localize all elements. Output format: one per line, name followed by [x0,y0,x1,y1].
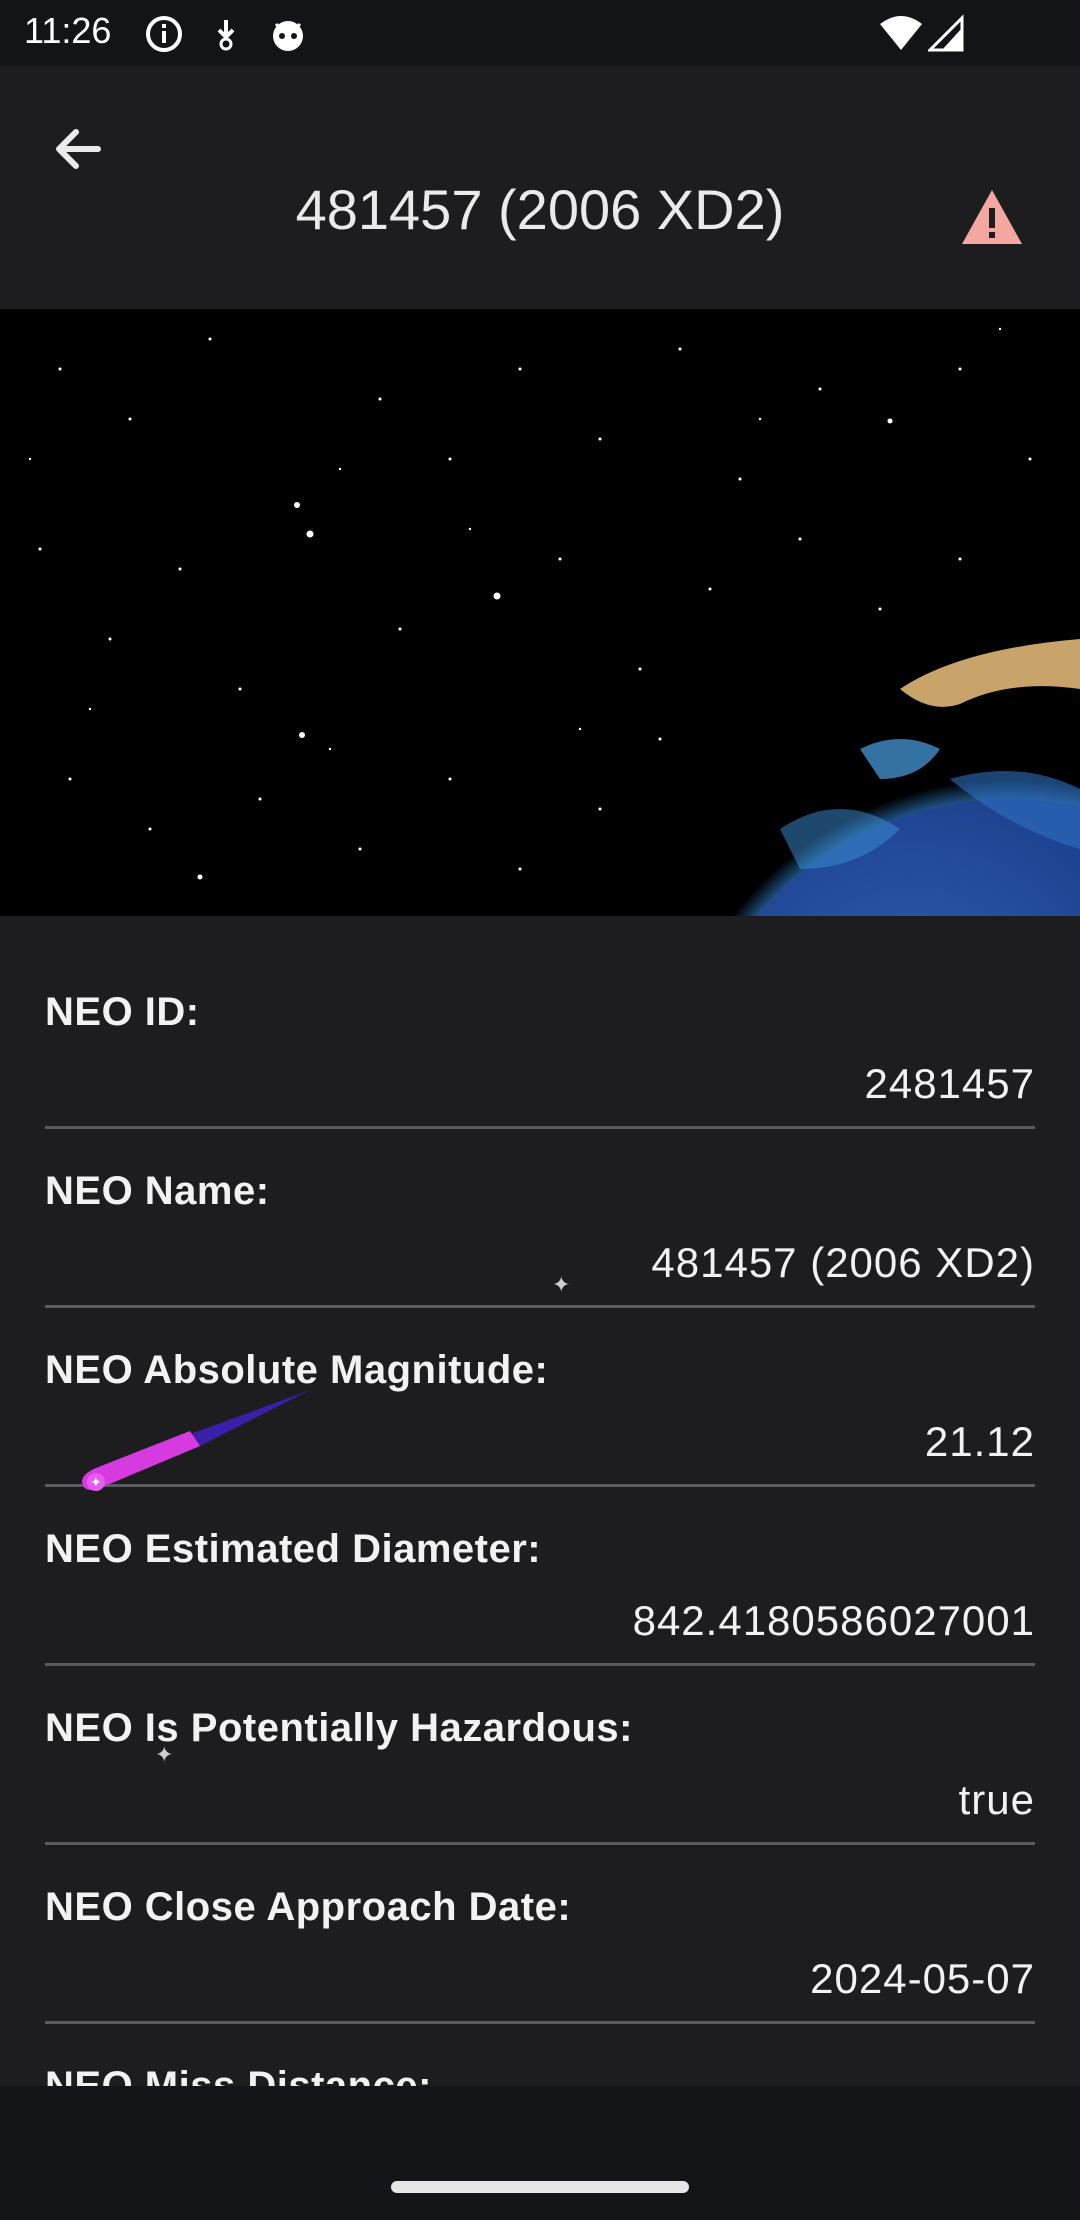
starfield-earth-illustration [0,309,1080,916]
neo-name-field: NEO Name: 481457 (2006 XD2) [45,1169,1035,1348]
comet-icon: ✦ [82,1390,310,1491]
field-label: NEO Is Potentially Hazardous: [45,1706,633,1750]
neo-id-field: NEO ID: 2481457 [45,990,1035,1169]
field-label: NEO Close Approach Date: [45,1885,572,1929]
divider [45,1305,1035,1308]
android-face-icon [273,21,303,51]
field-value: 2024-05-07 [810,1955,1035,2002]
navigation-bar [0,2086,1080,2220]
neo-close-approach-date-field: NEO Close Approach Date: 2024-05-07 [45,1885,1035,2064]
sparkle-icon: ✦ [552,1272,571,1297]
hero-image [0,309,1080,916]
home-indicator[interactable] [391,2181,689,2193]
field-value: 481457 (2006 XD2) [651,1239,1035,1286]
info-icon [146,16,182,52]
field-label: NEO Name: [45,1169,270,1213]
neo-miss-distance-field: NEO Miss Distance: [45,2064,1035,2086]
warning-triangle-icon[interactable] [956,182,1028,254]
page-title: 481457 (2006 XD2) [295,178,785,241]
arrow-back-icon[interactable] [40,110,118,188]
divider [45,2021,1035,2024]
cell-signal-icon [928,14,964,52]
field-value: true [958,1776,1035,1823]
field-value: 842.4180586027001 [632,1597,1035,1644]
wifi-icon [880,16,922,50]
field-value: 21.12 [924,1418,1035,1465]
neo-estimated-diameter-field: NEO Estimated Diameter: 842.418058602700… [45,1527,1035,1706]
divider [45,1842,1035,1845]
status-time: 11:26 [24,10,112,51]
field-label: NEO Estimated Diameter: [45,1527,542,1571]
field-label: NEO ID: [45,990,200,1034]
neo-potentially-hazardous-field: NEO Is Potentially Hazardous: true [45,1706,1035,1885]
divider [45,1126,1035,1129]
svg-text:✦: ✦ [90,1475,102,1491]
neo-detail-list: NEO ID: 2481457 NEO Name: 481457 (2006 X… [0,916,1080,2086]
field-value: 2481457 [864,1060,1035,1107]
status-bar: 11:26 [0,0,1080,66]
sparkle-icon: ✦ [155,1742,174,1767]
download-icon [217,20,235,51]
field-label: NEO Miss Distance: [45,2064,432,2086]
divider [45,1663,1035,1666]
